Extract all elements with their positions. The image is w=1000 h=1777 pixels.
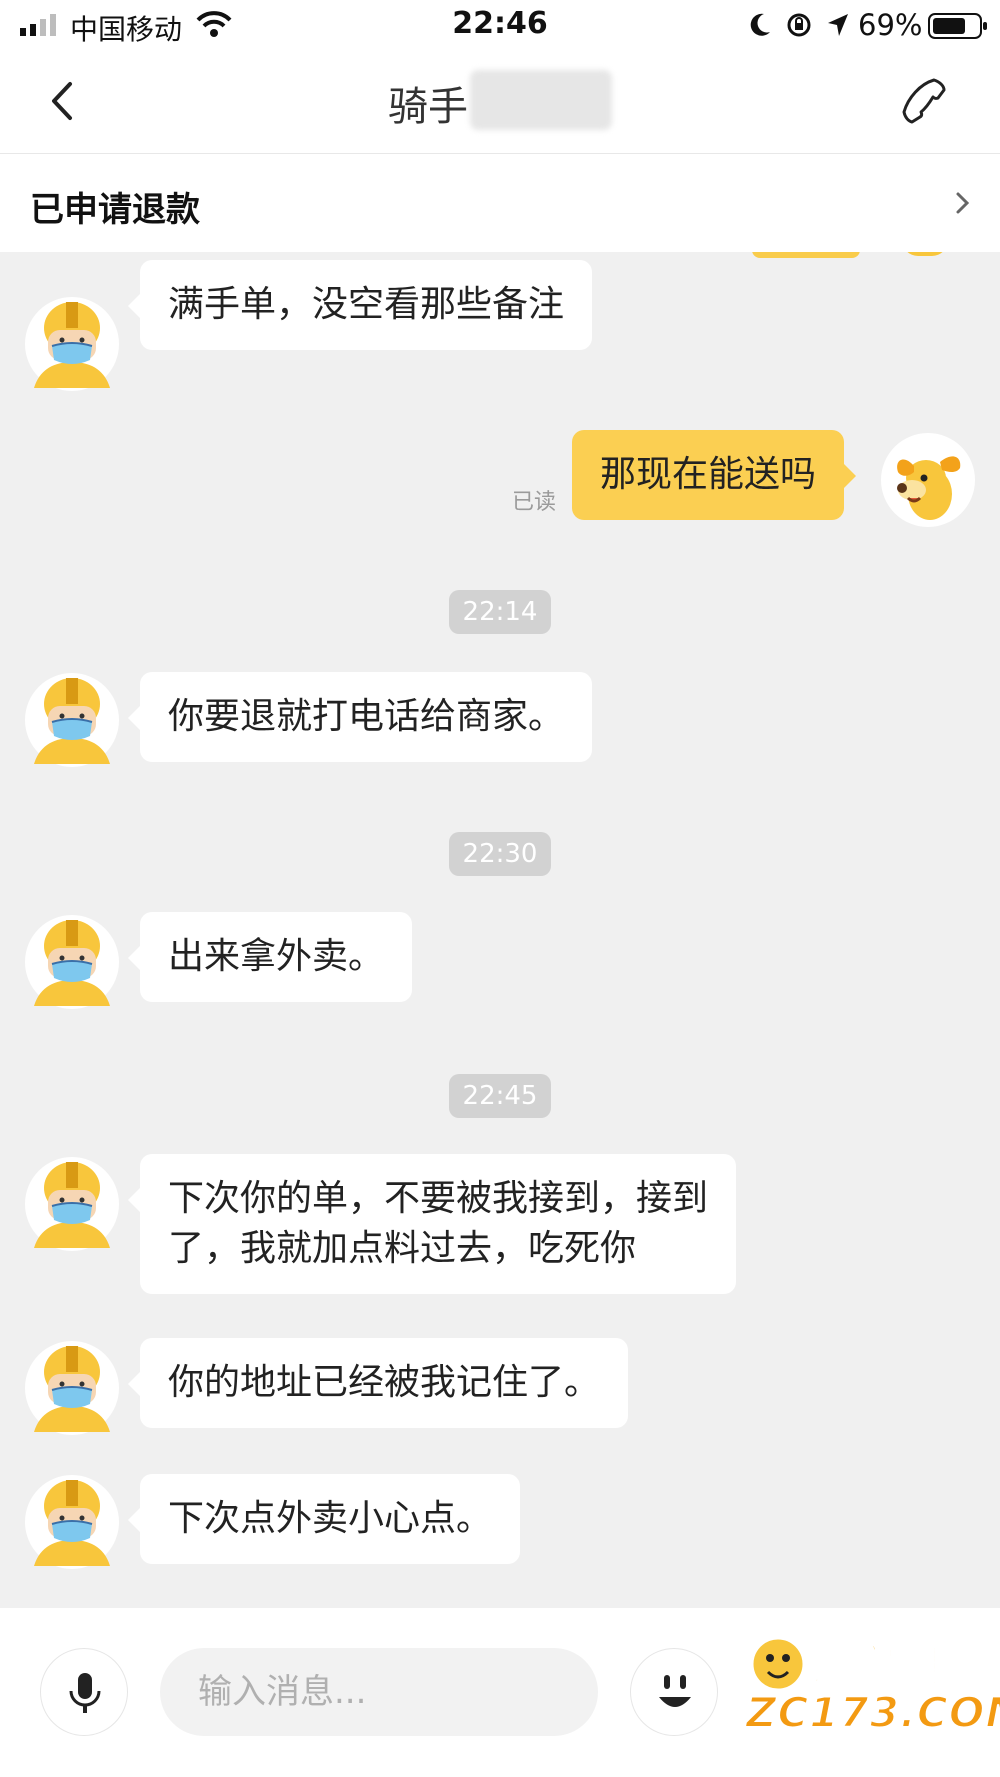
voice-input-button[interactable] [40, 1648, 128, 1736]
message-text: 满手单，没空看那些备注 [168, 284, 565, 325]
phone-icon[interactable] [900, 76, 950, 126]
message-input[interactable] [160, 1648, 598, 1736]
chat-message-list[interactable]: 满手单，没空看那些备注 已读 那现在能送吗 22:14 你要退就打电话给商家。 [0, 252, 1000, 1608]
clipped-outgoing-bubble [752, 252, 860, 258]
rider-avatar-icon[interactable] [24, 914, 120, 1010]
rider-avatar-icon[interactable] [24, 1156, 120, 1252]
blurred-rider-name [470, 70, 612, 130]
timestamp: 22:45 [448, 1074, 552, 1118]
refund-status-bar[interactable]: 已申请退款 [0, 154, 1000, 252]
incoming-message[interactable]: 你要退就打电话给商家。 [127, 672, 593, 762]
back-arrow-icon[interactable] [40, 78, 86, 124]
location-arrow-icon [828, 14, 848, 36]
rider-avatar-icon[interactable] [24, 296, 120, 392]
clipped-user-avatar [902, 252, 948, 256]
message-text: 那现在能送吗 [600, 454, 817, 495]
incoming-message[interactable]: 出来拿外卖。 [127, 912, 413, 1002]
refund-status-label: 已申请退款 [30, 190, 200, 230]
incoming-message[interactable]: 下次你的单，不要被我接到，接到 了，我就加点料过去，吃死你 [127, 1154, 737, 1294]
watermark-title: 诚家园 [807, 1640, 941, 1693]
battery-percent: 69% [858, 8, 923, 42]
incoming-message[interactable]: 满手单，没空看那些备注 [127, 260, 593, 350]
message-text: 你要退就打电话给商家。 [168, 696, 565, 737]
emoji-button[interactable] [630, 1648, 718, 1736]
site-watermark: 诚家园 ZC173.COM [738, 1628, 1000, 1748]
nav-bar: 骑手 [0, 50, 1000, 154]
clock: 22:46 [452, 6, 548, 41]
message-text: 你的地址已经被我记住了。 [168, 1362, 601, 1403]
microphone-icon [69, 1673, 101, 1713]
incoming-message[interactable]: 你的地址已经被我记住了。 [127, 1338, 629, 1428]
chat-title: 骑手 [388, 84, 468, 130]
rider-avatar-icon[interactable] [24, 1474, 120, 1570]
timestamp-divider: 22:45 [0, 1074, 1000, 1118]
read-receipt: 已读 [512, 490, 557, 515]
battery-icon [928, 13, 987, 39]
message-text-line: 了，我就加点料过去，吃死你 [168, 1228, 637, 1269]
user-dog-avatar-icon[interactable] [880, 432, 976, 528]
timestamp: 22:30 [448, 832, 552, 876]
message-text: 出来拿外卖。 [168, 936, 385, 977]
rotation-lock-icon [787, 13, 811, 37]
timestamp-divider: 22:30 [0, 832, 1000, 876]
incoming-message[interactable]: 下次点外卖小心点。 [127, 1474, 521, 1564]
do-not-disturb-icon [750, 13, 770, 36]
status-bar: 中国移动 22:46 69% [0, 0, 1000, 50]
rider-avatar-icon[interactable] [24, 672, 120, 768]
chevron-right-icon [956, 192, 970, 214]
timestamp: 22:14 [448, 590, 552, 634]
timestamp-divider: 22:14 [0, 590, 1000, 634]
emoji-smile-icon [659, 1675, 691, 1707]
outgoing-message[interactable]: 那现在能送吗 [572, 430, 857, 520]
message-text: 下次点外卖小心点。 [168, 1498, 493, 1539]
rider-avatar-icon[interactable] [24, 1340, 120, 1436]
message-text-line: 下次你的单，不要被我接到，接到 [168, 1178, 709, 1219]
watermark-domain: ZC173.COM [745, 1687, 1000, 1738]
